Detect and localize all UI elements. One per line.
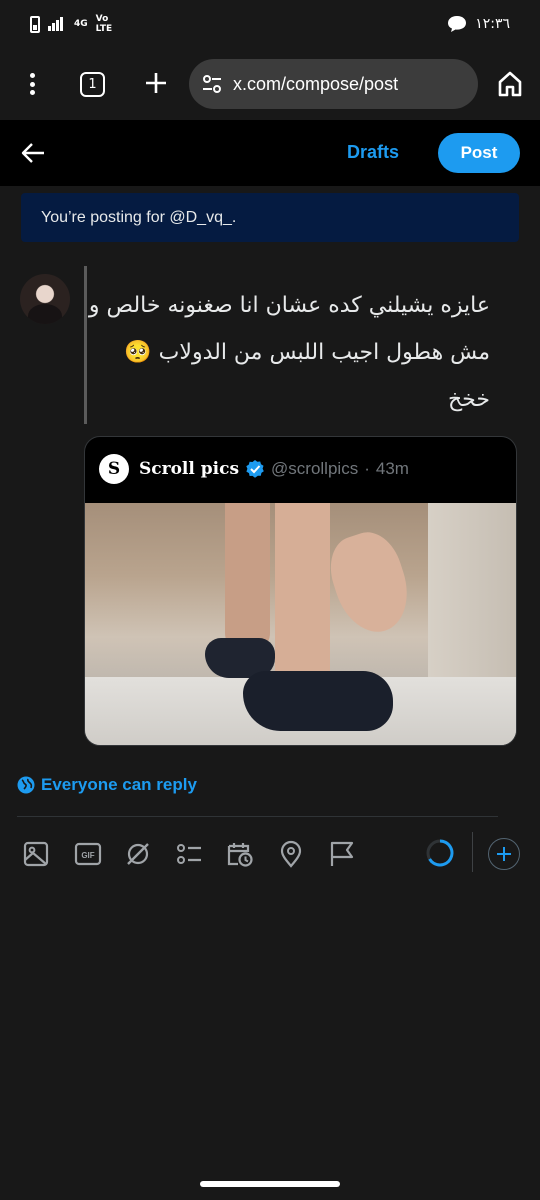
quoted-post-time: 43m xyxy=(375,459,409,478)
tabs-button[interactable]: 1 xyxy=(80,72,105,97)
compose-toolbar: GIF xyxy=(0,832,540,876)
svg-text:GIF: GIF xyxy=(81,851,94,860)
status-bar: 4G Vo LTE ١٢:٣٦ xyxy=(0,0,540,48)
url-text: x.com/compose/post xyxy=(233,73,399,94)
clock: ١٢:٣٦ xyxy=(475,16,510,32)
gesture-home-indicator[interactable] xyxy=(200,1181,340,1187)
browser-toolbar: 1 x.com/compose/post xyxy=(0,48,540,120)
add-post-icon xyxy=(497,847,511,861)
status-right: ١٢:٣٦ xyxy=(447,15,510,33)
battery-icon xyxy=(30,15,40,33)
location-icon[interactable] xyxy=(277,840,305,868)
posting-for-banner: You’re posting for @D_vq_. xyxy=(21,193,519,242)
volte-indicator: Vo LTE xyxy=(96,14,113,34)
poll-icon[interactable] xyxy=(175,840,203,868)
back-arrow-icon[interactable] xyxy=(20,140,46,166)
site-settings-icon[interactable] xyxy=(201,73,223,95)
new-tab-button[interactable] xyxy=(141,65,171,101)
more-vert-icon[interactable] xyxy=(20,72,44,96)
posting-for-text: You’re posting for @D_vq_. xyxy=(41,208,237,226)
volte-top-label: Vo xyxy=(95,14,109,24)
status-left: 4G Vo LTE xyxy=(30,14,112,34)
compose-textarea[interactable]: عايزه يشيلني كده عشان انا صغنونه خالص و … xyxy=(80,282,490,426)
quoted-logo-letter: S xyxy=(107,459,121,479)
quoted-account-name: Scroll pics xyxy=(139,459,240,479)
quoted-separator: · xyxy=(364,459,370,478)
image-icon[interactable] xyxy=(22,840,50,868)
reply-setting-button[interactable]: Everyone can reply xyxy=(17,772,197,798)
signal-icon xyxy=(48,17,63,31)
chat-bubble-icon xyxy=(448,16,467,32)
divider xyxy=(17,816,498,817)
compose-header: Drafts Post xyxy=(0,120,540,186)
verified-badge-icon xyxy=(246,460,264,478)
tab-count: 1 xyxy=(88,77,97,92)
address-bar[interactable]: x.com/compose/post xyxy=(189,59,478,109)
quoted-account-handle: @scrollpics xyxy=(271,459,359,478)
avatar[interactable] xyxy=(20,274,70,324)
reply-setting-label: Everyone can reply xyxy=(41,775,197,794)
gif-icon[interactable]: GIF xyxy=(74,840,102,868)
volte-bottom-label: LTE xyxy=(95,24,113,34)
grok-icon[interactable] xyxy=(124,840,152,868)
plus-icon xyxy=(146,73,166,93)
toolbar-divider xyxy=(472,832,473,872)
drafts-button[interactable]: Drafts xyxy=(347,142,399,163)
post-button[interactable]: Post xyxy=(438,133,520,173)
quoted-account-avatar: S xyxy=(99,454,129,484)
flag-icon[interactable] xyxy=(328,840,356,868)
globe-icon xyxy=(17,776,35,794)
quoted-post-header: S Scroll pics @scrollpics · 43m xyxy=(99,453,409,485)
schedule-icon[interactable] xyxy=(226,840,254,868)
character-progress-ring xyxy=(426,839,454,867)
add-post-button[interactable] xyxy=(488,838,520,870)
network-type-label: 4G xyxy=(74,19,88,29)
home-icon[interactable] xyxy=(496,70,524,98)
quoted-post-image[interactable] xyxy=(85,503,516,745)
quoted-post-card[interactable]: S Scroll pics @scrollpics · 43m xyxy=(84,436,517,746)
